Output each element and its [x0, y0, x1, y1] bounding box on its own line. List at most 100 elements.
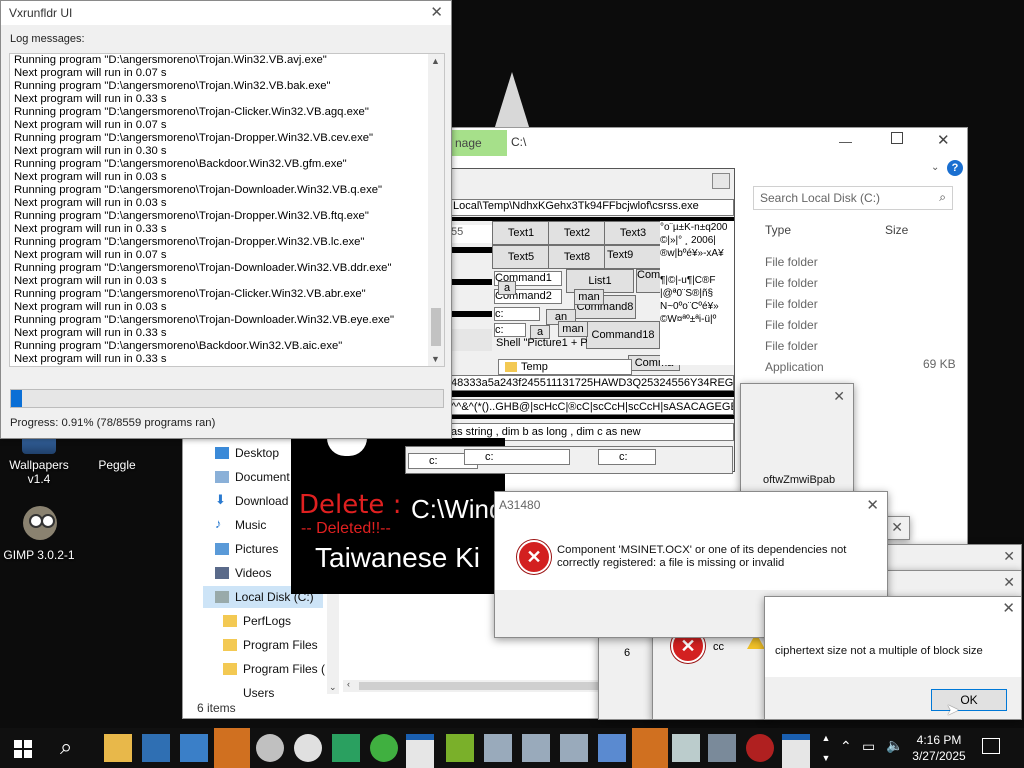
log-line[interactable]: Next program will run in 0.33 s [14, 327, 428, 340]
small-button[interactable]: man [574, 289, 604, 305]
chevron-down-icon[interactable]: ▼ [431, 354, 440, 364]
log-line[interactable]: Next program will run in 0.33 s [14, 93, 428, 106]
nav-item-downloads[interactable]: ⬇ Download [215, 492, 288, 508]
log-listbox[interactable]: Running program "D:\angersmoreno\Trojan.… [9, 53, 445, 367]
log-line[interactable]: Running program "D:\angersmoreno\Backdoo… [14, 158, 428, 171]
app-icon[interactable] [560, 734, 588, 762]
close-icon[interactable]: ✕ [1002, 599, 1015, 617]
nav-item-documents[interactable]: Document [215, 470, 290, 484]
log-line[interactable]: Next program will run in 0.33 s [14, 353, 428, 366]
explorer-tab[interactable]: nage [451, 130, 507, 156]
small-button[interactable]: a [498, 281, 516, 295]
text8-button[interactable]: Text8 [548, 245, 606, 269]
nav-item-program-files-x86[interactable]: Program Files ( [223, 662, 325, 676]
nav-item-desktop[interactable]: Desktop [215, 446, 279, 460]
list-item[interactable]: File folder [765, 294, 824, 315]
drive-field[interactable]: c: [494, 307, 540, 321]
monitor-icon[interactable] [708, 734, 736, 762]
log-scrollbar[interactable]: ▲ ▼ [428, 54, 444, 366]
app-window-icon[interactable] [180, 734, 208, 762]
app-icon[interactable] [332, 734, 360, 762]
nav-item-videos[interactable]: Videos [215, 566, 271, 580]
log-line[interactable]: Running program "D:\angersmoreno\Trojan-… [14, 210, 428, 223]
desktop-icon-wallpapers[interactable]: Wallpapers v1.4 [2, 434, 76, 486]
explorer-address[interactable]: C:\ [511, 135, 526, 149]
clock[interactable]: 4:16 PM 3/27/2025 [912, 732, 966, 764]
log-line[interactable]: Running program "D:\angersmoreno\Trojan-… [14, 106, 428, 119]
search-box[interactable]: Search Local Disk (C:) ⌕ [753, 186, 953, 210]
close-icon[interactable]: ✕ [430, 1, 443, 25]
nav-item-music[interactable]: ♪ Music [215, 516, 266, 532]
hex-field[interactable]: 48333a5a243f245511131725HAWD3Q25324556Y3… [450, 375, 734, 391]
close-icon[interactable]: ✕ [937, 131, 950, 149]
column-header-size[interactable]: Size [885, 223, 908, 237]
log-line[interactable]: Running program "D:\angersmoreno\Trojan.… [14, 80, 428, 93]
nav-item-users[interactable]: Users [243, 686, 274, 698]
log-line[interactable]: Next program will run in 0.30 s [14, 145, 428, 158]
active-app-icon[interactable] [214, 728, 250, 768]
chevron-left-icon[interactable]: ‹ [347, 679, 350, 689]
desktop-icon-peggle[interactable]: Peggle [80, 434, 154, 472]
drive-field[interactable]: c: [494, 323, 526, 337]
search-input[interactable]: Search Local Disk (C:) [760, 191, 880, 205]
text3-button[interactable]: Text3 [604, 221, 662, 245]
shield-icon[interactable] [632, 728, 668, 768]
search-icon[interactable]: ⌕ [60, 734, 72, 760]
log-line[interactable]: Running program "D:\angersmoreno\Trojan-… [14, 236, 428, 249]
log-line[interactable]: Next program will run in 0.03 s [14, 197, 428, 210]
text9-button[interactable]: Text9 [604, 245, 664, 269]
garbled-field[interactable]: ^^&^(*()..GHB@|scHcC|®cC|scCcH|scCcH|sAS… [450, 399, 734, 415]
nav-item-perflogs[interactable]: PerfLogs [223, 614, 291, 628]
maximize-icon[interactable] [891, 132, 903, 144]
drive-combo[interactable]: c: [598, 449, 656, 465]
chevron-down-icon[interactable]: ⌄ [329, 682, 337, 693]
app-window-icon[interactable] [782, 734, 810, 768]
log-line[interactable]: Running program "D:\angersmoreno\Trojan-… [14, 288, 428, 301]
app-window-icon[interactable] [406, 734, 434, 768]
app-icon[interactable] [746, 734, 774, 762]
titlebar-button[interactable] [712, 173, 730, 189]
log-line[interactable]: Next program will run in 0.07 s [14, 249, 428, 262]
app-window-icon[interactable] [142, 734, 170, 762]
column-header-type[interactable]: Type [765, 223, 791, 237]
close-icon[interactable]: ✕ [1003, 548, 1015, 565]
minimize-icon[interactable]: — [839, 134, 852, 149]
windows-start-icon[interactable] [14, 740, 32, 758]
log-line[interactable]: Next program will run in 0.03 s [14, 301, 428, 314]
log-line[interactable]: Running program "D:\angersmoreno\Trojan-… [14, 184, 428, 197]
log-line[interactable]: Next program will run in 0.03 s [14, 275, 428, 288]
app-icon[interactable] [370, 734, 398, 762]
folder-combo[interactable]: Temp [498, 359, 632, 375]
app-icon[interactable] [672, 734, 700, 762]
file-explorer-icon[interactable] [104, 734, 132, 762]
chevron-up-icon[interactable]: ▲ [431, 56, 440, 66]
path-field[interactable]: Local\Temp\NdhxKGehx3Tk94FFbcjwlof\csrss… [450, 199, 734, 216]
skull-icon[interactable] [294, 734, 322, 762]
log-line[interactable]: Running program "D:\angersmoreno\Trojan-… [14, 132, 428, 145]
close-icon[interactable]: ✕ [866, 496, 879, 514]
app-icon[interactable] [522, 734, 550, 762]
nav-item-pictures[interactable]: Pictures [215, 542, 278, 556]
log-line[interactable]: Running program "D:\angersmoreno\Trojan-… [14, 314, 428, 327]
command18-button[interactable]: Command18 [586, 321, 660, 349]
list-item[interactable]: Application [765, 357, 824, 378]
network-icon[interactable] [598, 734, 626, 762]
text2-button[interactable]: Text2 [548, 221, 606, 245]
snowman-icon[interactable] [256, 734, 284, 762]
log-line[interactable]: Next program will run in 0.07 s [14, 119, 428, 132]
list-item[interactable]: File folder [765, 336, 824, 357]
log-line[interactable]: Running program "D:\angersmoreno\Trojan-… [14, 262, 428, 275]
chevron-up-icon[interactable]: ⌃ [840, 738, 852, 755]
small-button[interactable]: man [558, 321, 588, 337]
log-line[interactable]: Running program "D:\angersmoreno\Backdoo… [14, 340, 428, 353]
list-item[interactable]: File folder [765, 252, 824, 273]
network-tray-icon[interactable]: ▭ [862, 738, 875, 755]
close-icon[interactable]: ✕ [1003, 574, 1015, 591]
notification-icon[interactable] [982, 738, 1000, 754]
desktop-icon-gimp[interactable]: GIMP 3.0.2-1 [2, 504, 76, 562]
log-line[interactable]: Running program "D:\angersmoreno\Trojan.… [14, 54, 428, 67]
list-item[interactable]: File folder [765, 315, 824, 336]
text1-button[interactable]: Text1 [492, 221, 550, 245]
close-icon[interactable]: ✕ [833, 388, 845, 405]
chevron-down-icon[interactable]: ⌄ [931, 162, 939, 173]
